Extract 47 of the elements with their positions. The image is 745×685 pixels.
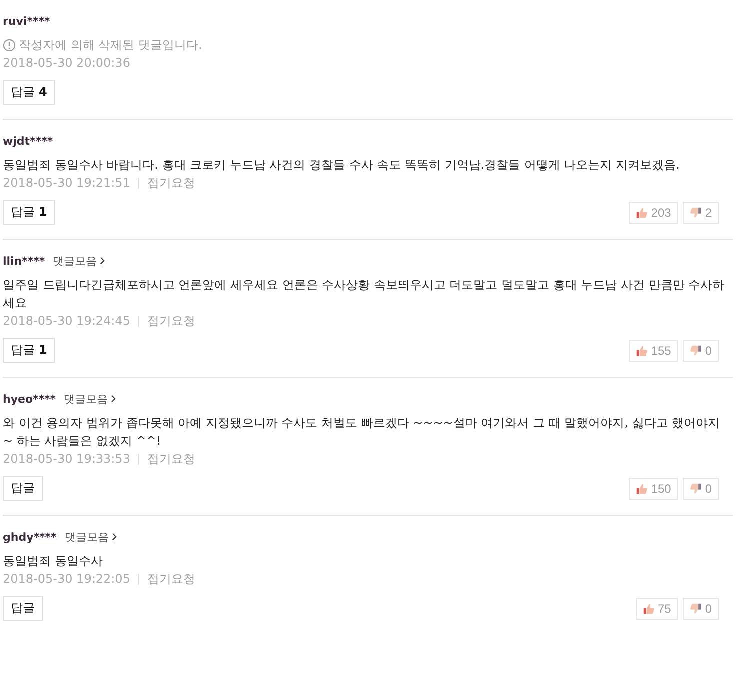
comment-collection-link[interactable]: 댓글모음 [64,392,116,406]
chevron-right-icon [111,395,116,403]
thumbs-down-icon [690,344,702,356]
chevron-right-icon [100,257,106,265]
thumbs-up-icon [642,602,655,614]
like-button[interactable]: 75 [636,598,678,620]
dislike-button[interactable]: 2 [683,202,719,224]
username: ruvi**** [3,14,50,28]
dislike-button[interactable]: 0 [683,340,719,362]
thumbs-down-icon [690,602,702,614]
comment-time: 2018-05-30 19:21:51 [3,176,130,190]
reply-button[interactable]: 답글 [3,596,43,621]
thumbs-up-icon [636,482,648,494]
reply-button[interactable]: 답글 [3,476,43,501]
comment-text: 작성자에 의해 삭제된 댓글입니다. [19,37,202,54]
dislike-button[interactable]: 0 [683,478,719,500]
comment-time: 2018-05-30 20:00:36 [3,56,130,70]
thumbs-down-icon [690,206,702,218]
comment-collection-link[interactable]: 댓글모음 [53,254,106,268]
comment-collection-link[interactable]: 댓글모음 [64,530,117,544]
username: llin**** [3,254,46,268]
alert-icon [3,38,16,52]
fold-request-link[interactable]: 접기요청 [147,450,196,468]
comment-text: 동일범죄 동일수사 [3,553,103,570]
reply-button[interactable]: 답글 1 [3,338,56,363]
username: ghdy**** [3,530,57,544]
thumbs-up-icon [636,344,648,356]
comment-text: 동일범죄 동일수사 바랍니다. 홍대 크로키 누드남 사건의 경찰들 수사 속도 똑똑히 기억남.경찰들 어떻게 나오는지 지켜보겠음. [3,157,680,174]
chevron-right-icon [112,533,117,541]
like-button[interactable]: 155 [629,340,678,362]
comment-text: 일주일 드립니다긴급체포하시고 언론앞에 세우세요 언론은 수사상황 속보띄우시고 더도말고 덜도말고 홍대 누드남 사건 만큼만 수사하세요 [3,277,726,312]
comment-text: 와 이건 용의자 범위가 좁다못해 아예 지정됐으니까 수사도 처벌도 빠르겠다 ~~~~설마 여기와서 그 때 말했어야지, 싫다고 했어야지~ 하는 사람들은 없겠지 ^^! [3,415,722,450]
like-button[interactable]: 203 [629,202,678,224]
thumbs-up-icon [636,206,648,218]
reply-button[interactable]: 답글 4 [3,80,56,105]
fold-request-link[interactable]: 접기요청 [147,570,196,588]
username: wjdt**** [3,134,54,148]
reply-button[interactable]: 답글 1 [3,200,56,225]
username: hyeo**** [3,392,56,406]
like-button[interactable]: 150 [629,478,678,500]
dislike-button[interactable]: 0 [683,598,719,620]
thumbs-down-icon [690,482,702,494]
comment-time: 2018-05-30 19:22:05 [3,572,130,586]
comment-time: 2018-05-30 19:24:45 [3,314,130,328]
comment-time: 2018-05-30 19:33:53 [3,452,130,466]
fold-request-link[interactable]: 접기요청 [147,174,196,192]
fold-request-link[interactable]: 접기요청 [147,312,196,330]
